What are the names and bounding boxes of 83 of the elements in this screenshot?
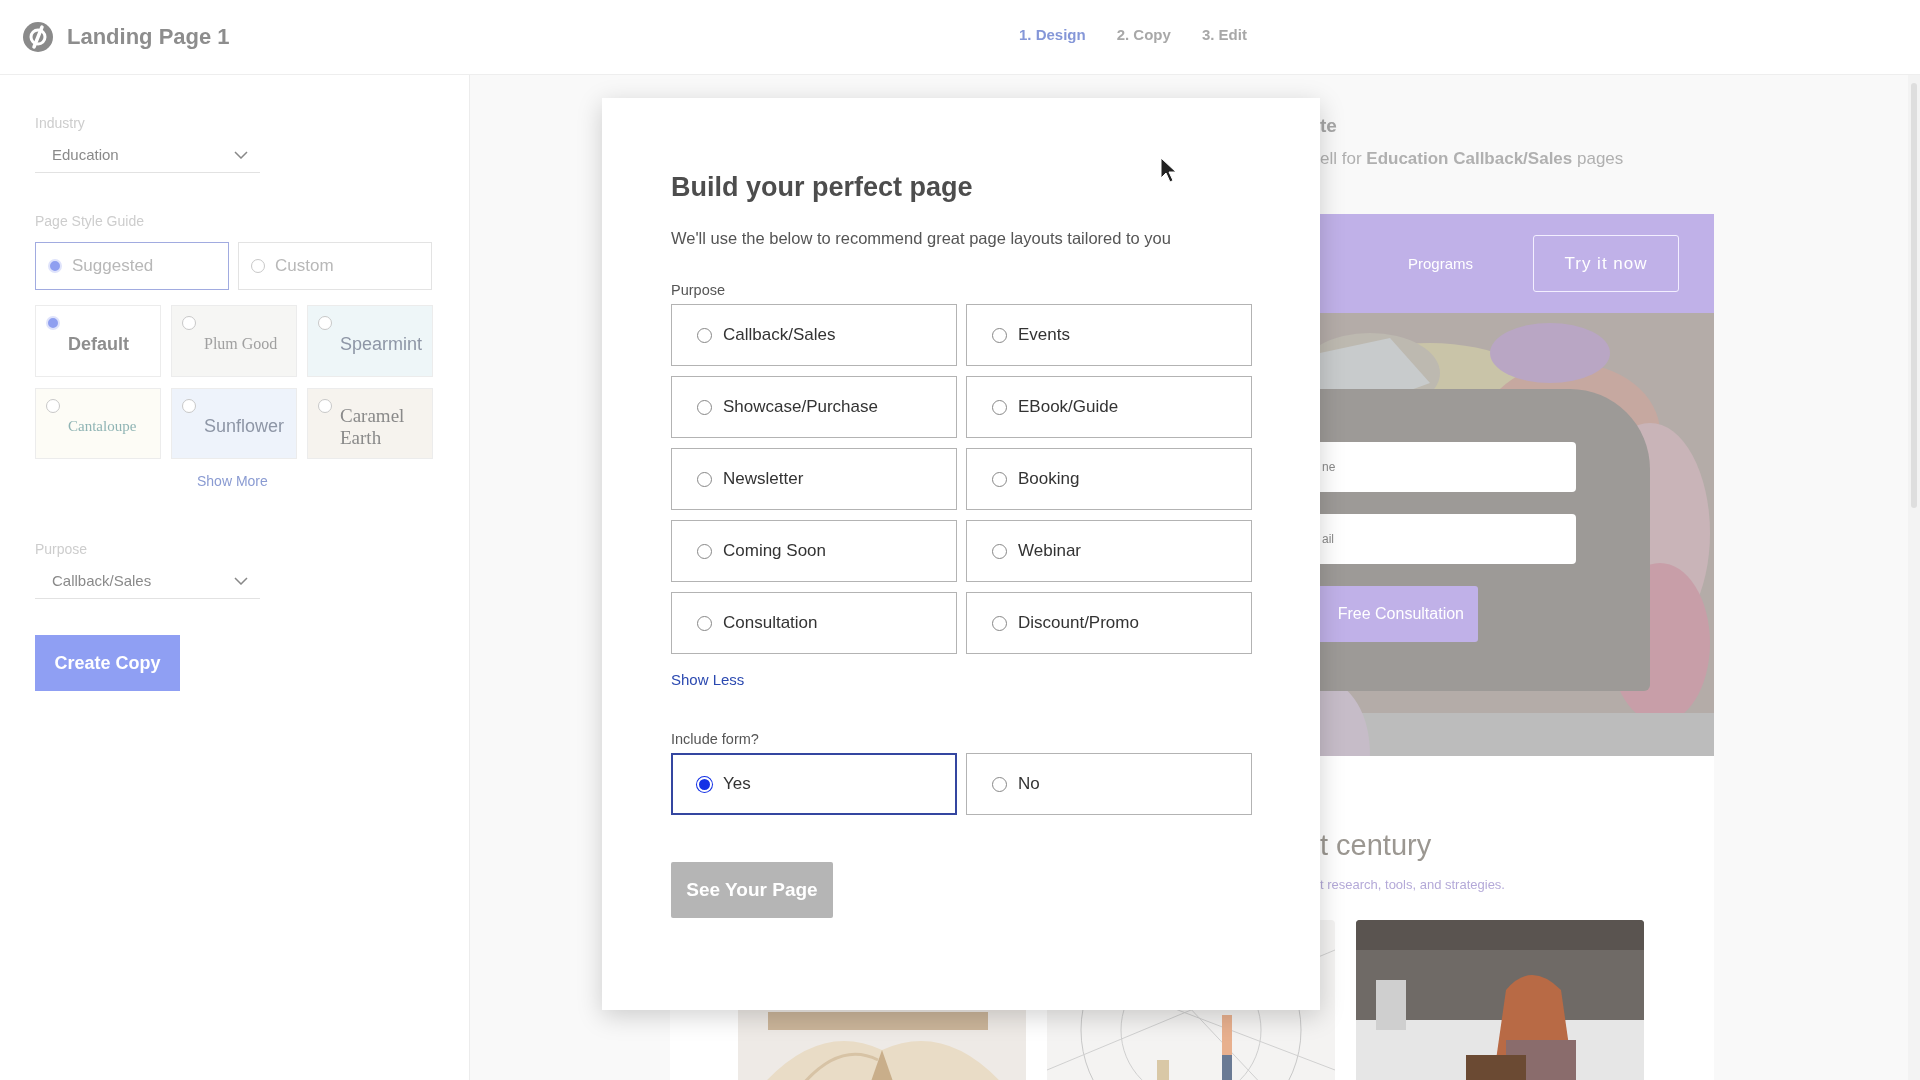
purpose-option[interactable]: Webinar xyxy=(966,520,1252,582)
theme-name: Spearmint xyxy=(340,333,423,355)
create-copy-button[interactable]: Create Copy xyxy=(35,635,180,691)
style-mode-option[interactable]: Custom xyxy=(238,242,432,290)
radio-button[interactable] xyxy=(697,471,712,487)
step-tab[interactable]: 2. Copy xyxy=(1116,26,1171,43)
radio-button[interactable] xyxy=(697,615,712,631)
option-label: Yes xyxy=(723,774,751,794)
purpose-select[interactable]: Callback/Sales xyxy=(35,563,260,599)
form-option[interactable]: Yes xyxy=(671,753,957,815)
option-label: Booking xyxy=(1018,469,1080,489)
preview-heading: te xyxy=(1320,115,1338,137)
option-label: No xyxy=(1018,774,1040,794)
show-more-link[interactable]: Show More xyxy=(197,473,268,489)
radio-button[interactable] xyxy=(992,471,1007,487)
option-label: Events xyxy=(1018,325,1070,345)
option-label: Newsletter xyxy=(723,469,804,489)
theme-tile[interactable]: Plum Good xyxy=(171,305,297,377)
radio-button[interactable] xyxy=(697,543,712,559)
theme-name: Plum Good xyxy=(204,334,278,354)
theme-tile[interactable]: Default xyxy=(35,305,161,377)
section-subtitle: t research, tools, and strategies. xyxy=(1320,877,1506,892)
purpose-option[interactable]: Events xyxy=(966,304,1252,366)
text-field[interactable]: ail xyxy=(1320,514,1576,564)
chevron-icon xyxy=(234,150,248,159)
theme-tile[interactable]: Spearmint xyxy=(307,305,433,377)
purpose-option[interactable]: Newsletter xyxy=(671,448,957,510)
radio-button[interactable] xyxy=(251,259,265,273)
logo-icon xyxy=(22,21,54,53)
theme-tile[interactable]: Caramel Earth xyxy=(307,388,433,459)
option-label: Webinar xyxy=(1018,541,1081,561)
purpose-option[interactable]: Booking xyxy=(966,448,1252,510)
consultation-button[interactable]: Free Consultation xyxy=(1320,586,1478,642)
theme-tile[interactable]: Sunflower xyxy=(171,388,297,459)
section-heading: t century xyxy=(1320,829,1433,862)
purpose-option[interactable]: Coming Soon xyxy=(671,520,957,582)
option-label: Discount/Promo xyxy=(1018,613,1139,633)
preview-subtitle: ell for Education Callback/Sales pages xyxy=(1320,149,1625,169)
dialog-subtitle: We'll use the below to recommend great page layouts tailored to you xyxy=(671,229,1172,248)
purpose-option[interactable]: Discount/Promo xyxy=(966,592,1252,654)
option-label: Showcase/Purchase xyxy=(723,397,878,417)
radio-button[interactable] xyxy=(318,399,332,413)
radio-button[interactable] xyxy=(697,399,712,415)
theme-name: Caramel Earth xyxy=(340,404,406,449)
radio-button[interactable] xyxy=(992,399,1007,415)
style-mode-option[interactable]: Suggested xyxy=(35,242,229,290)
option-label: Coming Soon xyxy=(723,541,826,561)
industry-select[interactable]: Education xyxy=(35,137,260,173)
option-label: Callback/Sales xyxy=(723,325,836,345)
theme-name: Cantaloupe xyxy=(68,417,137,436)
radio-button[interactable] xyxy=(992,543,1007,559)
radio-button[interactable] xyxy=(46,399,60,413)
field-label: Purpose xyxy=(671,282,726,298)
field-label: Include form? xyxy=(671,731,760,747)
nav-link[interactable]: Programs xyxy=(1407,255,1473,272)
radio-button[interactable] xyxy=(697,327,712,343)
theme-tile[interactable]: Cantaloupe xyxy=(35,388,161,459)
radio-button[interactable] xyxy=(992,327,1007,343)
cursor-icon xyxy=(1160,157,1178,183)
option-label: Custom xyxy=(275,256,334,276)
purpose-option[interactable]: EBook/Guide xyxy=(966,376,1252,438)
option-label: Suggested xyxy=(72,256,154,276)
radio-button[interactable] xyxy=(992,615,1007,631)
step-tab[interactable]: 3. Edit xyxy=(1201,26,1247,43)
form-option[interactable]: No xyxy=(966,753,1252,815)
option-label: EBook/Guide xyxy=(1018,397,1119,417)
chevron-icon xyxy=(234,576,248,585)
radio-button[interactable] xyxy=(992,776,1007,792)
try-button[interactable]: Try it now xyxy=(1533,235,1679,292)
radio-button[interactable] xyxy=(182,316,196,330)
text-field[interactable]: ne xyxy=(1320,442,1576,492)
radio-button[interactable] xyxy=(318,316,332,330)
purpose-option[interactable]: Callback/Sales xyxy=(671,304,957,366)
theme-name: Default xyxy=(68,333,129,355)
dialog-title: Build your perfect page xyxy=(671,172,973,203)
theme-name: Sunflower xyxy=(204,416,285,437)
purpose-option[interactable]: Showcase/Purchase xyxy=(671,376,957,438)
purpose-option[interactable]: Consultation xyxy=(671,592,957,654)
step-tab[interactable]: 1. Design xyxy=(1019,26,1086,43)
page-title: Landing Page 1 xyxy=(67,24,230,50)
show-less-link[interactable]: Show Less xyxy=(671,671,745,688)
radio-button[interactable] xyxy=(182,399,196,413)
option-label: Consultation xyxy=(723,613,818,633)
